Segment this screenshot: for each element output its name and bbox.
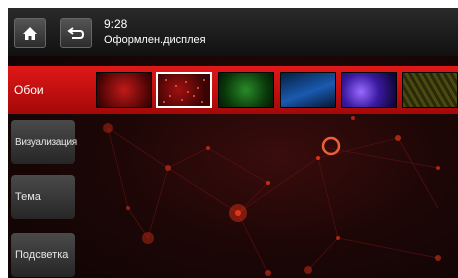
top-bar: 9:28 Оформлен.дисплея [8, 8, 458, 56]
sidebar-item-theme[interactable]: Тема [11, 175, 75, 219]
sidebar-item-backlight[interactable]: Подсветка [11, 233, 75, 277]
sidebar-item-label: Тема [15, 191, 41, 203]
back-button[interactable] [60, 18, 92, 48]
sidebar-item-label: Подсветка [15, 249, 69, 261]
particles-pattern [163, 79, 205, 103]
wallpaper-thumb-red-glow[interactable] [96, 72, 152, 108]
home-button[interactable] [14, 18, 46, 48]
page-title: Оформлен.дисплея [104, 34, 206, 46]
clock-time: 9:28 [104, 17, 128, 31]
wallpaper-thumb-red-particles[interactable] [156, 72, 212, 108]
sidebar-item-wallpaper[interactable]: Обои [8, 66, 458, 114]
wallpaper-thumb-yellow-hex[interactable] [402, 72, 458, 108]
home-icon [22, 26, 38, 41]
wallpaper-thumb-blue-waves[interactable] [280, 72, 336, 108]
sidebar-item-visualization[interactable]: Визуализация [11, 120, 77, 164]
sidebar-item-label: Визуализация [15, 136, 77, 148]
back-arrow-icon [67, 26, 85, 40]
sidebar-item-label: Обои [14, 83, 44, 97]
display-settings-screen: 9:28 Оформлен.дисплея Обои Визуализация … [8, 8, 458, 278]
wallpaper-thumb-purple-light[interactable] [341, 72, 397, 108]
wallpaper-thumb-green-cells[interactable] [218, 72, 274, 108]
